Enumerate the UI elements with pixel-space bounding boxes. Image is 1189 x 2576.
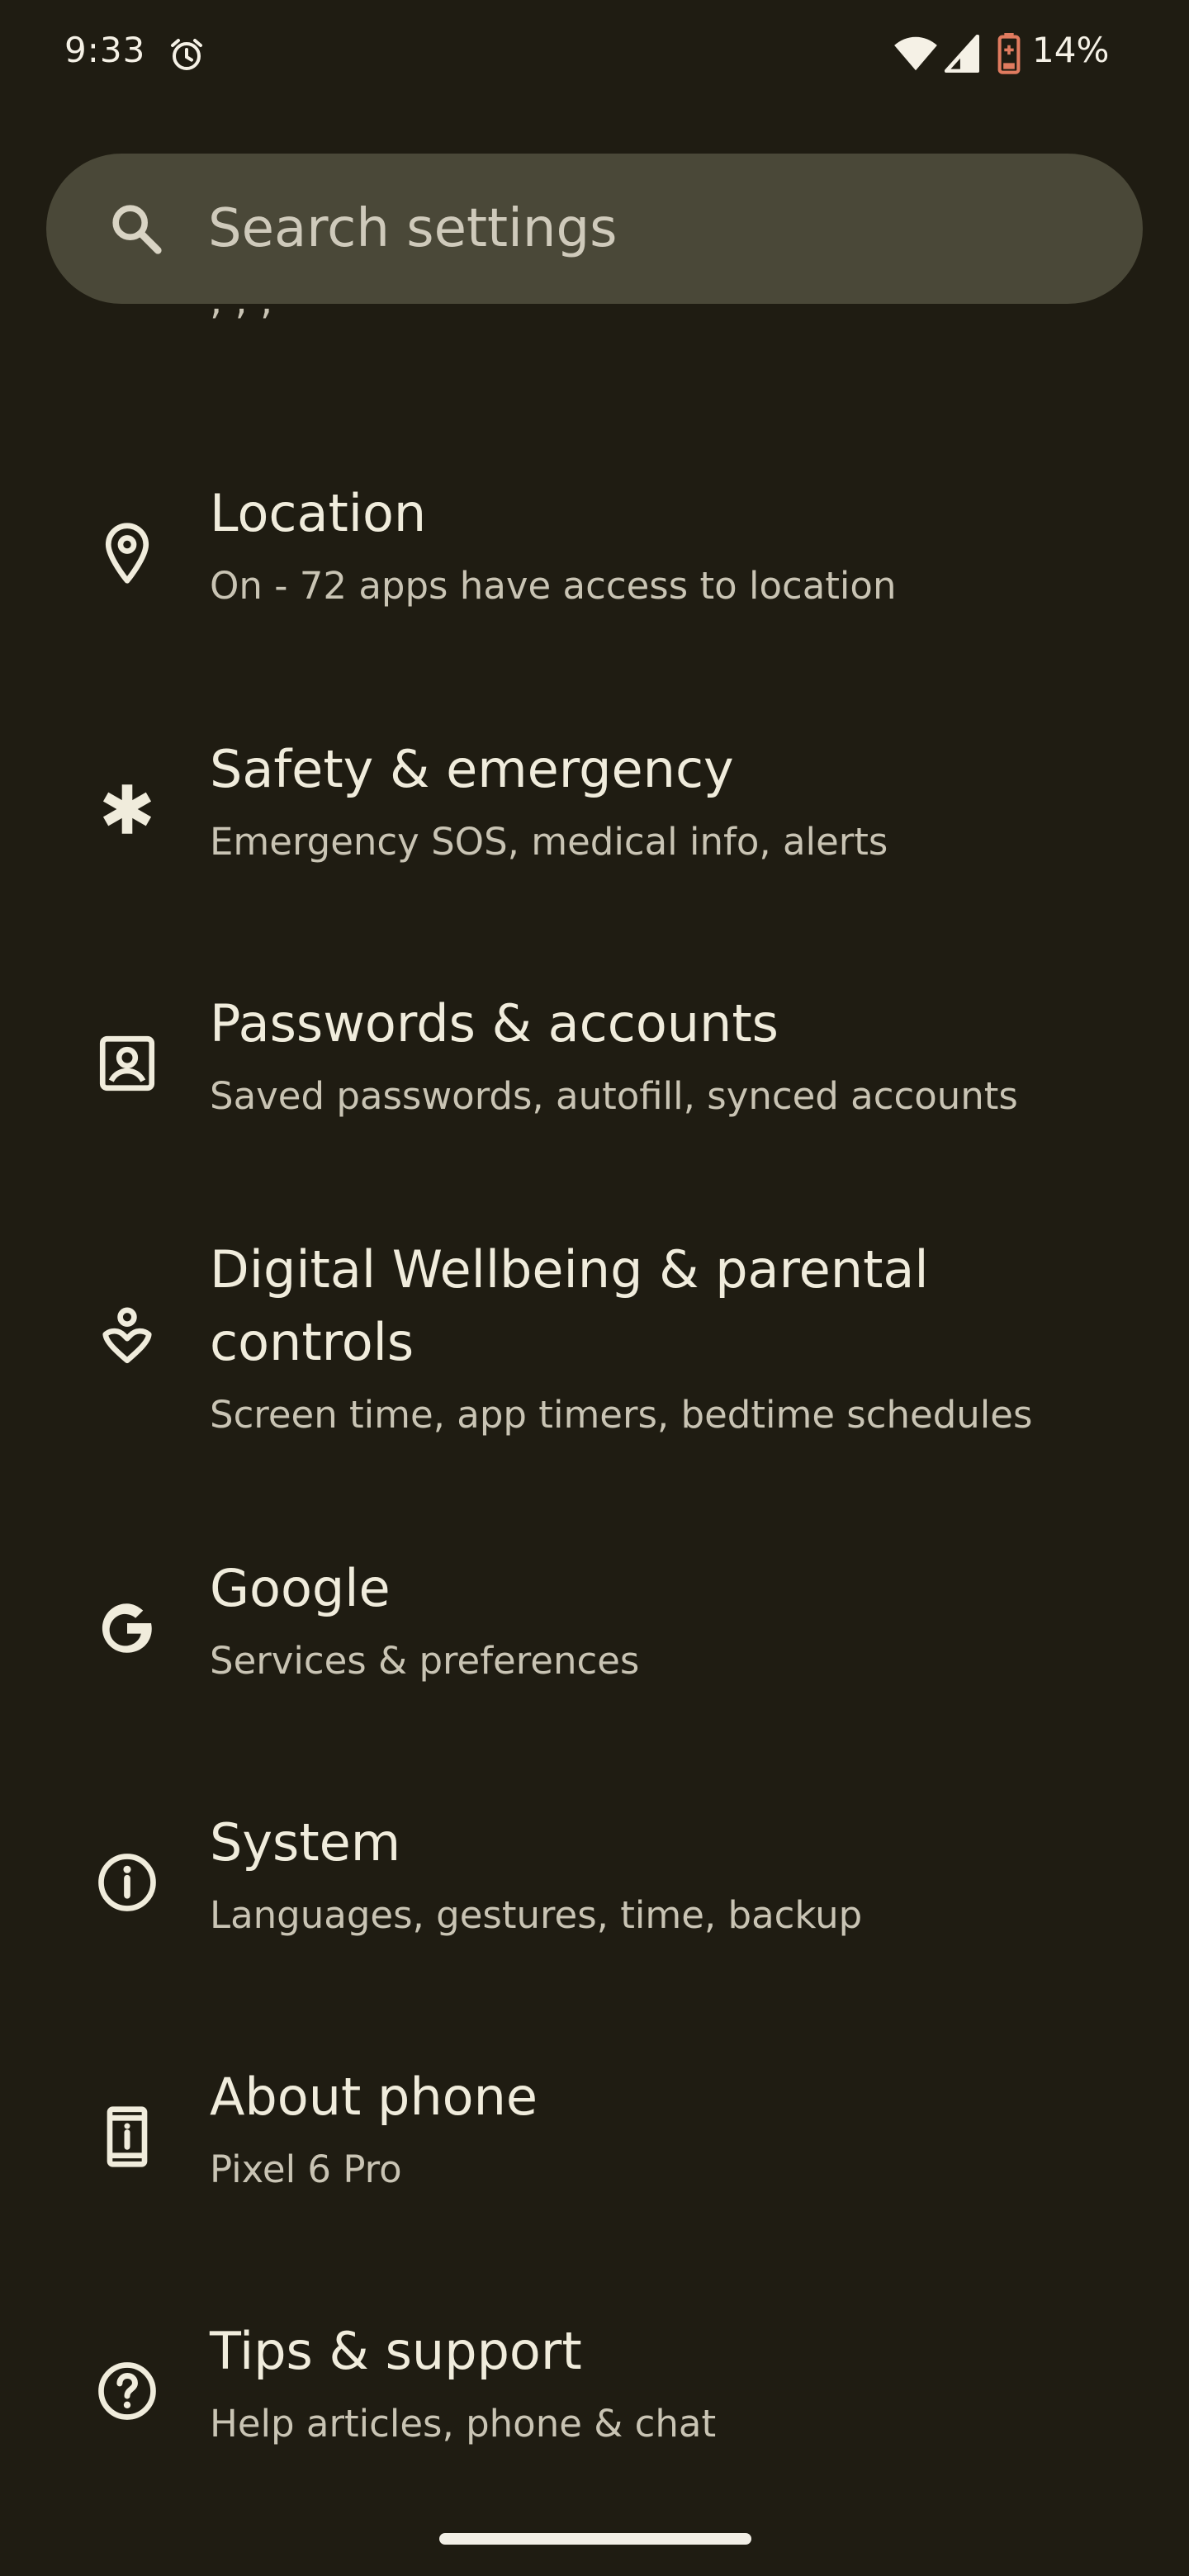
- google-icon: [102, 1603, 152, 1653]
- battery-low-icon: [997, 33, 1021, 74]
- status-bar: 9:33 14%: [0, 0, 1189, 107]
- account-box-icon: [99, 1035, 155, 1091]
- settings-item-summary: Help articles, phone & chat: [210, 2402, 717, 2446]
- info-icon: [98, 1854, 156, 1911]
- clipped-list-item[interactable]: , , ,: [0, 307, 1189, 357]
- settings-item-title: About phone: [210, 2067, 538, 2127]
- settings-item-title: Tips & support: [210, 2321, 582, 2381]
- settings-item-digital-wellbeing[interactable]: Digital Wellbeing & parental controls Sc…: [0, 1234, 1189, 1448]
- wellbeing-icon: [102, 1307, 152, 1364]
- settings-item-safety[interactable]: Safety & emergency Emergency SOS, medica…: [0, 733, 1189, 898]
- settings-item-title: System: [210, 1812, 401, 1873]
- settings-item-summary: Emergency SOS, medical info, alerts: [210, 820, 888, 864]
- settings-item-about-phone[interactable]: About phone Pixel 6 Pro: [0, 2061, 1189, 2226]
- clipped-item-summary: , , ,: [210, 307, 272, 324]
- settings-item-location[interactable]: Location On - 72 apps have access to loc…: [0, 477, 1189, 642]
- settings-item-passwords[interactable]: Passwords & accounts Saved passwords, au…: [0, 987, 1189, 1153]
- gesture-nav-handle[interactable]: [439, 2533, 751, 2545]
- settings-item-summary: Pixel 6 Pro: [210, 2147, 402, 2191]
- cell-signal-icon: [945, 35, 979, 73]
- settings-item-tips-support[interactable]: Tips & support Help articles, phone & ch…: [0, 2315, 1189, 2480]
- search-icon: [112, 205, 162, 254]
- settings-item-title: Google: [210, 1558, 391, 1618]
- wifi-icon: [894, 36, 937, 71]
- battery-percent: 14%: [1032, 30, 1110, 70]
- settings-item-title: Digital Wellbeing & parental controls: [210, 1239, 929, 1372]
- settings-item-summary: Saved passwords, autofill, synced accoun…: [210, 1074, 1018, 1118]
- help-icon: [98, 2362, 156, 2420]
- settings-item-google[interactable]: Google Services & preferences: [0, 1552, 1189, 1717]
- settings-item-summary: Languages, gestures, time, backup: [210, 1893, 863, 1937]
- location-pin-icon: [105, 523, 149, 584]
- settings-item-summary: On - 72 apps have access to location: [210, 564, 897, 608]
- status-time: 9:33: [64, 30, 146, 70]
- search-input[interactable]: Search settings: [208, 193, 617, 264]
- settings-item-system[interactable]: System Languages, gestures, time, backup: [0, 1807, 1189, 1972]
- settings-item-summary: Screen time, app timers, bedtime schedul…: [210, 1393, 1033, 1437]
- search-bar[interactable]: Search settings: [46, 154, 1143, 304]
- settings-item-title: Location: [210, 483, 427, 543]
- phone-info-icon: [107, 2106, 148, 2167]
- settings-item-title: Safety & emergency: [210, 739, 734, 799]
- alarm-icon: [171, 39, 202, 70]
- asterisk-icon: [102, 784, 152, 834]
- settings-item-title: Passwords & accounts: [210, 993, 779, 1054]
- settings-item-summary: Services & preferences: [210, 1639, 640, 1683]
